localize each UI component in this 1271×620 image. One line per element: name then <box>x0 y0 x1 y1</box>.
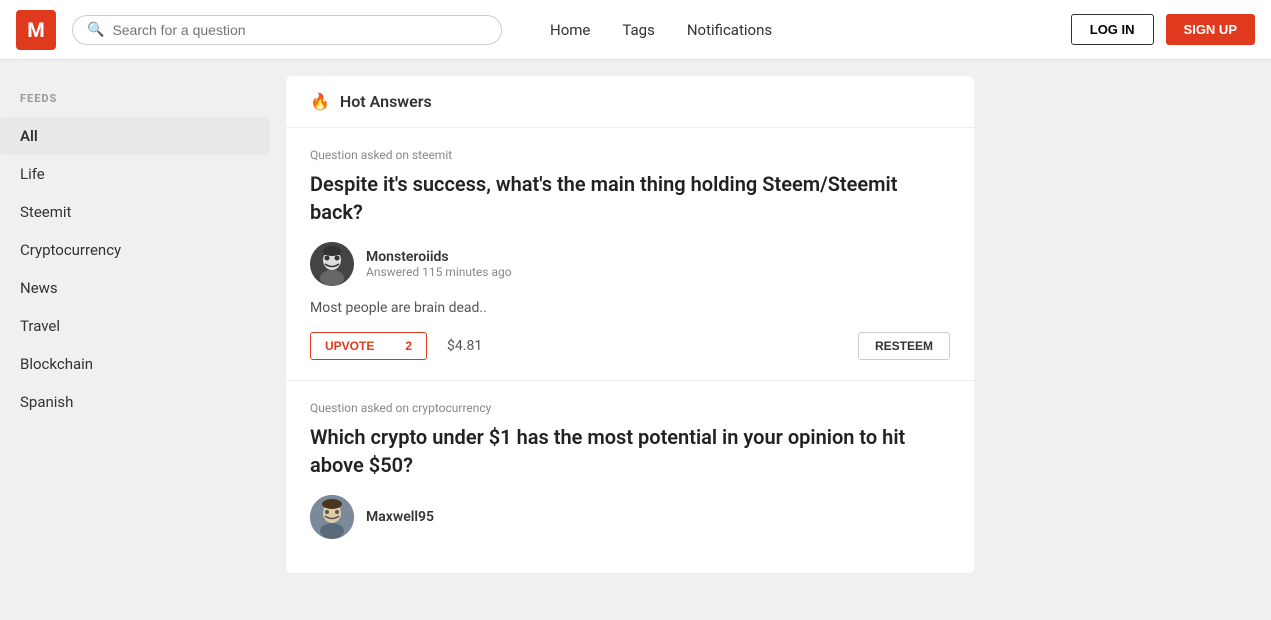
question-title-2[interactable]: Which crypto under $1 has the most poten… <box>310 423 950 479</box>
answerer-info-2: Maxwell95 <box>366 509 434 525</box>
price-1: $4.81 <box>447 338 482 354</box>
sidebar-item-all[interactable]: All <box>0 117 270 155</box>
feeds-label: FEEDS <box>0 92 270 117</box>
feed-section: 🔥 Hot Answers Question asked on steemit … <box>286 76 974 574</box>
right-column <box>990 76 1240 574</box>
resteem-button-1[interactable]: RESTEEM <box>858 332 950 360</box>
sidebar-item-life[interactable]: Life <box>0 155 270 193</box>
answerer-row-1: Monsteroiids Answered 115 minutes ago <box>310 242 950 286</box>
header-actions: LOG IN SIGN UP <box>1071 14 1255 45</box>
sidebar-item-travel[interactable]: Travel <box>0 307 270 345</box>
nav-notifications[interactable]: Notifications <box>687 21 772 39</box>
logo-letter: M <box>27 18 45 42</box>
fire-icon: 🔥 <box>310 92 330 111</box>
upvote-button-1[interactable]: UPVOTE 2 <box>310 332 427 360</box>
answer-preview-1: Most people are brain dead.. <box>310 300 950 316</box>
sidebar-item-spanish[interactable]: Spanish <box>0 383 270 421</box>
search-bar[interactable]: 🔍 <box>72 15 502 45</box>
login-button[interactable]: LOG IN <box>1071 14 1154 45</box>
sidebar-item-blockchain[interactable]: Blockchain <box>0 345 270 383</box>
question-card-1: Question asked on steemit Despite it's s… <box>286 128 974 381</box>
signup-button[interactable]: SIGN UP <box>1166 14 1255 45</box>
nav-tags[interactable]: Tags <box>622 21 654 39</box>
answerer-name-2[interactable]: Maxwell95 <box>366 509 434 525</box>
question-title-1[interactable]: Despite it's success, what's the main th… <box>310 170 950 226</box>
sidebar-item-news[interactable]: News <box>0 269 270 307</box>
sidebar: FEEDS All Life Steemit Cryptocurrency Ne… <box>0 76 270 574</box>
question-card-2: Question asked on cryptocurrency Which c… <box>286 381 974 574</box>
answerer-row-2: Maxwell95 <box>310 495 950 539</box>
upvote-label-1: UPVOTE <box>325 339 374 353</box>
answerer-info-1: Monsteroiids Answered 115 minutes ago <box>366 249 512 279</box>
sidebar-item-steemit[interactable]: Steemit <box>0 193 270 231</box>
logo[interactable]: M <box>16 10 56 50</box>
sidebar-item-cryptocurrency[interactable]: Cryptocurrency <box>0 231 270 269</box>
main-layout: FEEDS All Life Steemit Cryptocurrency Ne… <box>0 60 1271 590</box>
header: M 🔍 Home Tags Notifications LOG IN SIGN … <box>0 0 1271 60</box>
answered-time-1: Answered 115 minutes ago <box>366 265 512 279</box>
question-source-1: Question asked on steemit <box>310 148 950 162</box>
hot-answers-header: 🔥 Hot Answers <box>286 76 974 128</box>
upvote-count-1: 2 <box>405 339 412 353</box>
answerer-name-1[interactable]: Monsteroiids <box>366 249 512 265</box>
search-input[interactable] <box>112 22 487 38</box>
nav: Home Tags Notifications <box>550 21 772 39</box>
question-source-2: Question asked on cryptocurrency <box>310 401 950 415</box>
content: 🔥 Hot Answers Question asked on steemit … <box>270 76 990 574</box>
avatar-1 <box>310 242 354 286</box>
nav-home[interactable]: Home <box>550 21 590 39</box>
hot-answers-label: Hot Answers <box>340 92 432 111</box>
avatar-2 <box>310 495 354 539</box>
search-icon: 🔍 <box>87 22 104 38</box>
card-actions-1: UPVOTE 2 $4.81 RESTEEM <box>310 332 950 360</box>
